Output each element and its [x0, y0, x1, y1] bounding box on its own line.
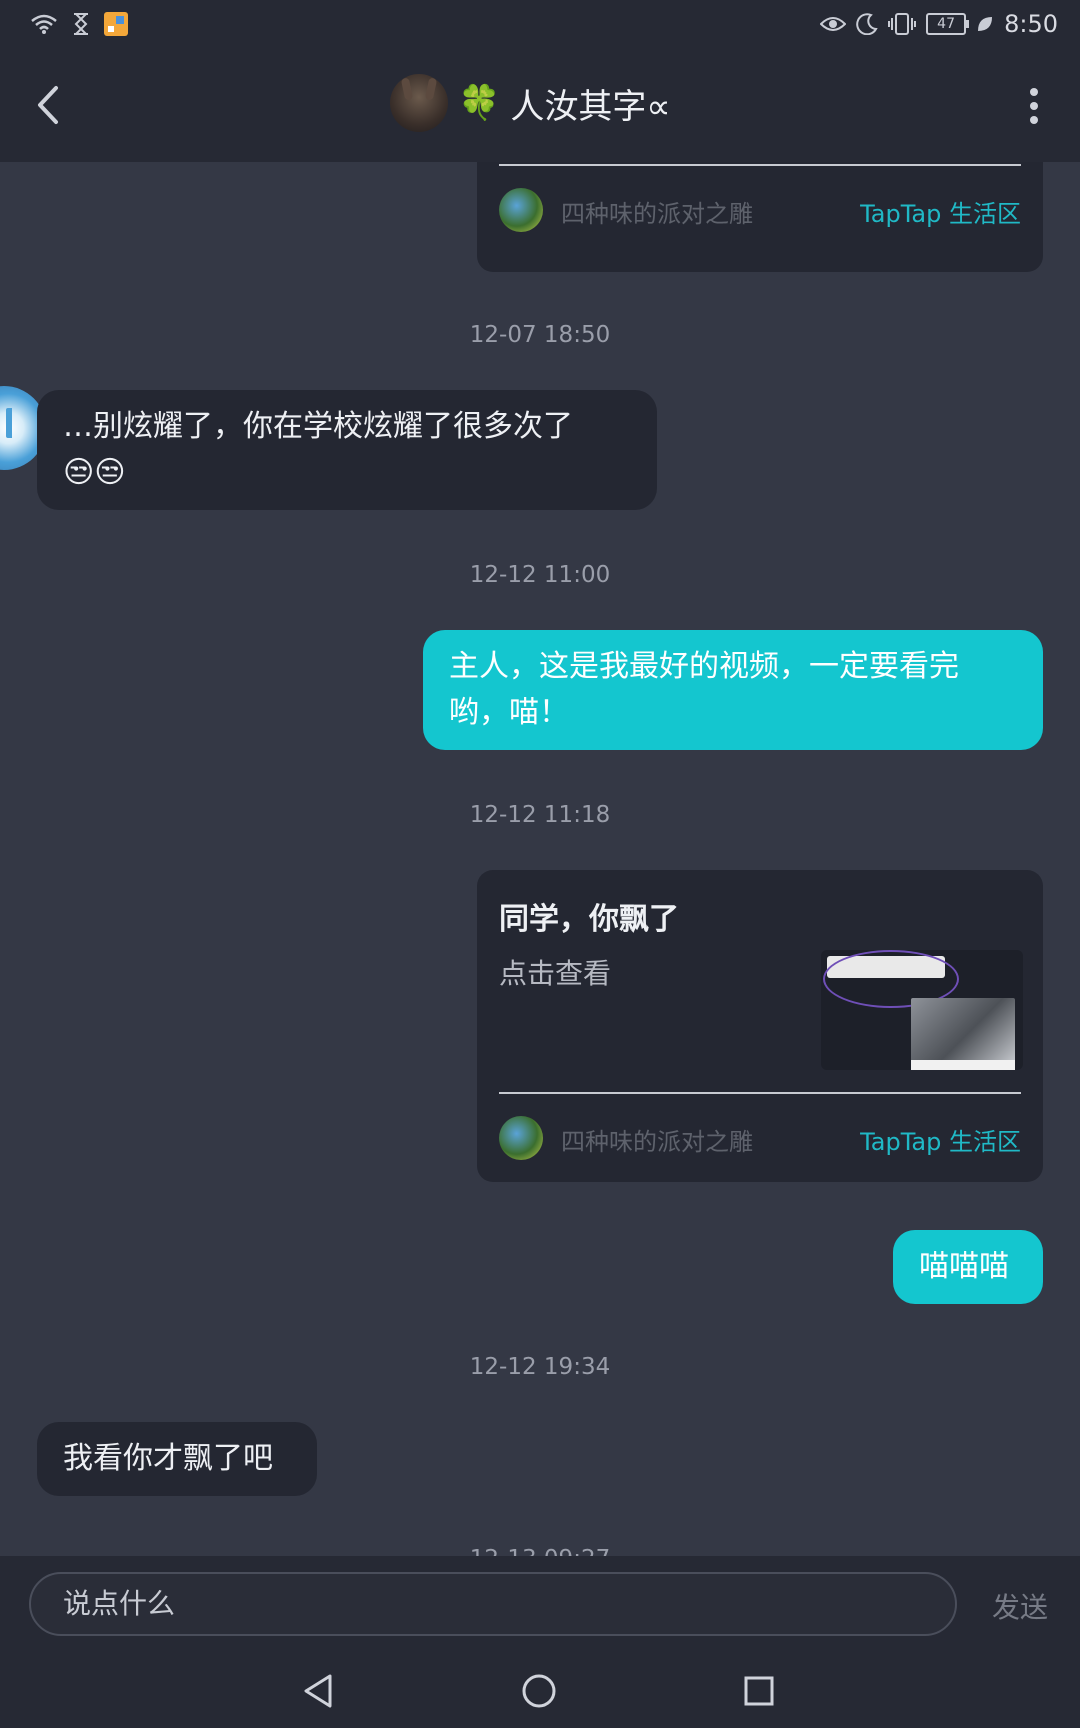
card-author: 四种味的派对之雕	[561, 1128, 753, 1156]
status-left	[30, 12, 128, 36]
wifi-icon	[31, 14, 57, 34]
nav-recent-icon[interactable]	[734, 1666, 784, 1716]
nav-home-icon[interactable]	[514, 1666, 564, 1716]
eye-icon	[820, 17, 847, 31]
card-description: 点击查看	[499, 957, 612, 990]
clock: 8:50	[1004, 10, 1058, 38]
hourglass-icon	[74, 13, 88, 35]
chat-title: 人汝其字∝	[510, 86, 671, 127]
card-footer: 四种味的派对之雕 TapTap 生活区	[499, 1112, 1021, 1162]
more-options-button[interactable]	[1024, 88, 1044, 124]
chat-title-group[interactable]: 🍀 人汝其字∝	[390, 74, 671, 132]
timestamp: 12-13 09:27	[0, 1546, 1080, 1556]
card-source[interactable]: TapTap 生活区	[860, 1122, 1021, 1157]
card-source[interactable]: TapTap 生活区	[860, 194, 1021, 229]
back-arrow-icon	[38, 86, 58, 124]
contact-avatar[interactable]	[390, 74, 448, 132]
compose-bar: 说点什么 发送	[0, 1556, 1080, 1652]
battery-icon: 47	[926, 13, 970, 35]
clover-icon: 🍀	[458, 83, 501, 123]
message-list[interactable]: 四种味的派对之雕 TapTap 生活区 12-07 18:50 …别炫耀了，你在…	[0, 162, 1080, 1556]
timestamp: 12-12 19:34	[469, 1354, 611, 1380]
shared-link-card[interactable]: 四种味的派对之雕 TapTap 生活区	[477, 162, 1043, 272]
back-button[interactable]	[26, 80, 76, 130]
chat-header: 🍀 人汝其字∝	[0, 50, 1080, 162]
nav-back-icon[interactable]	[294, 1666, 344, 1716]
message-bubble-received[interactable]: …别炫耀了，你在学校炫耀了很多次了 😒😒	[37, 390, 657, 510]
card-divider	[499, 1092, 1021, 1094]
vibrate-icon	[888, 13, 917, 35]
moon-icon	[856, 13, 878, 35]
message-bubble-received[interactable]: 我看你才飘了吧	[37, 1422, 317, 1496]
notification-app-icon	[104, 12, 128, 36]
card-footer: 四种味的派对之雕 TapTap 生活区	[499, 184, 1021, 234]
message-bubble-sent[interactable]: 喵喵喵	[893, 1230, 1043, 1304]
send-button[interactable]: 发送	[992, 1586, 1048, 1626]
author-avatar[interactable]	[499, 188, 543, 232]
card-divider	[499, 164, 1021, 166]
thumb-caption	[911, 1060, 1015, 1070]
author-avatar[interactable]	[499, 1116, 543, 1160]
timestamp: 12-12 11:00	[469, 562, 611, 588]
card-title: 同学，你飘了	[499, 902, 679, 937]
card-thumbnail	[821, 950, 1023, 1070]
thumb-image	[911, 998, 1015, 1062]
message-bubble-sent[interactable]: 主人，这是我最好的视频，一定要看完哟，喵！	[423, 630, 1043, 750]
message-text: 主人，这是我最好的视频，一定要看完哟，喵！	[449, 649, 959, 730]
message-text: 喵喵喵	[919, 1249, 1009, 1284]
status-bar: 47 8:50	[0, 0, 1080, 50]
leaf-icon	[978, 17, 993, 31]
system-nav-bar	[0, 1652, 1080, 1728]
message-text: …别炫耀了，你在学校炫耀了很多次了	[63, 409, 573, 444]
shared-link-card[interactable]: 同学，你飘了 点击查看 四种味的派对之雕 TapTap 生活区	[477, 870, 1043, 1182]
timestamp: 12-12 11:18	[469, 802, 611, 828]
more-vertical-icon	[1030, 88, 1038, 96]
message-emoji: 😒😒	[63, 455, 126, 490]
status-right: 47 8:50	[820, 10, 1058, 38]
message-input[interactable]: 说点什么	[29, 1572, 957, 1636]
timestamp: 12-07 18:50	[469, 322, 611, 348]
message-text: 我看你才飘了吧	[63, 1441, 273, 1476]
card-author: 四种味的派对之雕	[561, 200, 753, 228]
